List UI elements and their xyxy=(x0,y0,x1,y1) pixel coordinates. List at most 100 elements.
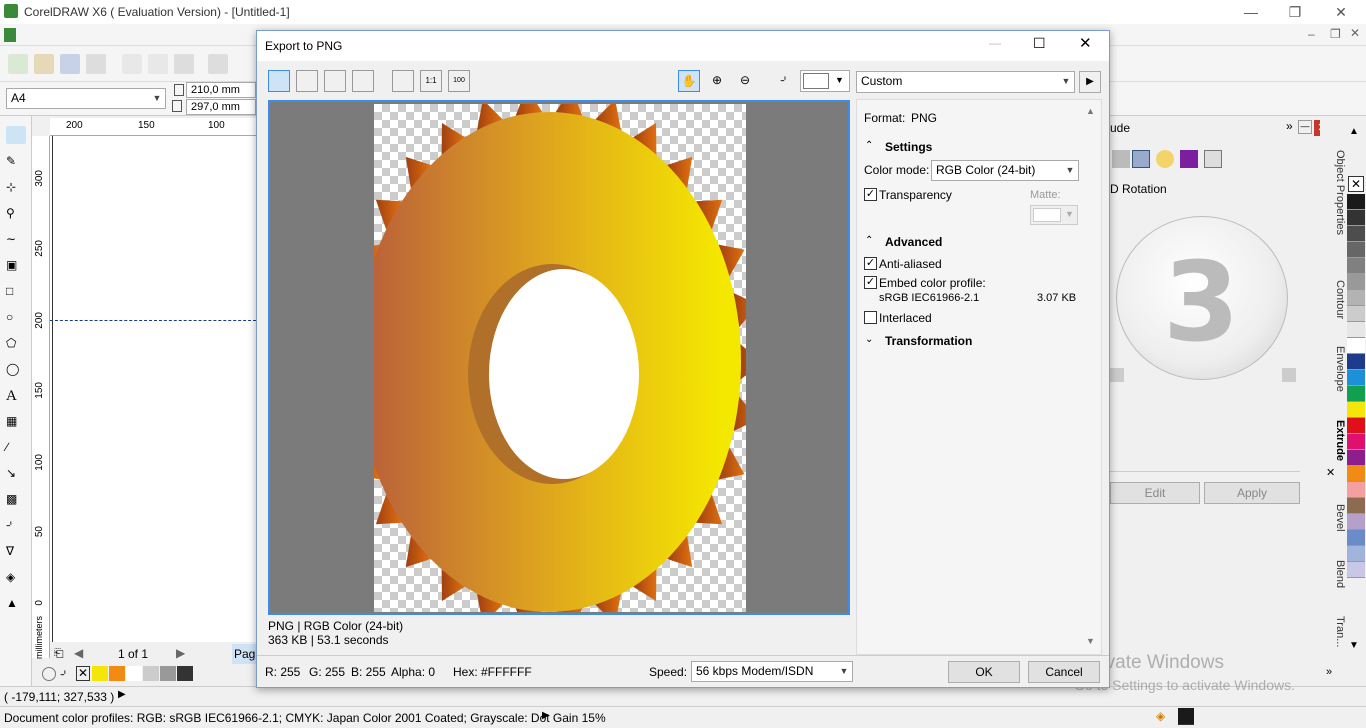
dialog-maximize-icon[interactable]: ☐ xyxy=(1033,35,1046,52)
zoom-out-icon[interactable]: ⊖ xyxy=(734,70,756,92)
tab-close-icon[interactable]: ✕ xyxy=(1326,466,1335,479)
color-swatch[interactable] xyxy=(1347,418,1365,434)
doc-minimize-icon[interactable]: – xyxy=(1308,27,1315,41)
transformation-heading[interactable]: Transformation xyxy=(885,334,972,348)
polygon-tool-icon[interactable]: ⬠ xyxy=(6,336,26,354)
tab-transformations[interactable]: Tran... xyxy=(1324,616,1346,656)
expand-transformation-icon[interactable]: ⌄ xyxy=(865,334,873,345)
rotation-sphere[interactable]: 3 xyxy=(1116,216,1288,380)
tab-extrude[interactable]: Extrude xyxy=(1324,420,1346,470)
pick-tool-icon[interactable] xyxy=(6,126,26,144)
color-swatch[interactable] xyxy=(1347,434,1365,450)
color-swatch[interactable] xyxy=(1347,482,1365,498)
page-size-select[interactable]: A4 ▼ xyxy=(6,88,166,109)
no-color-swatch[interactable]: ✕ xyxy=(1348,176,1364,192)
no-color-swatch[interactable]: ✕ xyxy=(76,666,90,681)
palette-scroll-up-icon[interactable]: ▲ xyxy=(1349,126,1359,137)
color-swatch[interactable] xyxy=(1347,386,1365,402)
color-swatch[interactable] xyxy=(1347,562,1365,578)
speed-select[interactable]: 56 kbps Modem/ISDN ▼ xyxy=(691,661,853,682)
color-swatch[interactable] xyxy=(1347,450,1365,466)
color-swatch[interactable] xyxy=(1347,546,1365,562)
color-swatch[interactable] xyxy=(126,666,142,681)
save-icon[interactable] xyxy=(60,54,80,74)
restore-icon[interactable]: ❐ xyxy=(1272,2,1318,22)
panel-scroll-up-icon[interactable]: ▲ xyxy=(1086,106,1095,116)
tab-object-properties[interactable]: Object Properties xyxy=(1324,150,1346,270)
rotation-reset-icon[interactable] xyxy=(1110,368,1124,382)
close-icon[interactable]: ✕ xyxy=(1318,2,1364,22)
color-swatch[interactable] xyxy=(1347,290,1365,306)
color-swatch[interactable] xyxy=(177,666,193,681)
copy-icon[interactable] xyxy=(148,54,168,74)
advanced-heading[interactable]: Advanced xyxy=(885,235,942,249)
smart-fill-icon[interactable]: ▣ xyxy=(6,258,26,276)
color-swatch[interactable] xyxy=(1347,530,1365,546)
apply-button[interactable]: Apply xyxy=(1204,482,1300,504)
tab-bevel[interactable]: Bevel xyxy=(1324,504,1346,544)
freehand-tool-icon[interactable]: ∼ xyxy=(6,232,26,250)
text-tool-icon[interactable]: A xyxy=(6,388,26,406)
basic-shapes-icon[interactable]: ◯ xyxy=(6,362,26,380)
page-nav-first-icon[interactable]: ⎗ xyxy=(54,646,64,661)
matte-select[interactable]: ▼ xyxy=(1030,205,1078,225)
preset-select[interactable]: Custom ▼ xyxy=(856,71,1075,93)
color-swatch[interactable] xyxy=(1347,210,1365,226)
color-mode-select[interactable]: RGB Color (24-bit) ▼ xyxy=(931,160,1079,181)
color-swatch[interactable] xyxy=(1347,370,1365,386)
collapse-advanced-icon[interactable]: ⌃ xyxy=(865,235,873,246)
palette-play-icon[interactable] xyxy=(42,667,56,681)
cut-icon[interactable] xyxy=(122,54,142,74)
split-horizontal-icon[interactable] xyxy=(324,70,346,92)
page-nav-prev-icon[interactable]: ◀ xyxy=(74,646,83,660)
export-preview[interactable] xyxy=(268,100,850,615)
extrude-lighting-icon[interactable] xyxy=(1156,150,1174,168)
color-swatch[interactable] xyxy=(1347,306,1365,322)
color-swatch[interactable] xyxy=(1347,226,1365,242)
table-tool-icon[interactable]: ▦ xyxy=(6,414,26,432)
color-swatch[interactable] xyxy=(1347,194,1365,210)
cancel-button[interactable]: Cancel xyxy=(1028,661,1100,683)
ok-button[interactable]: OK xyxy=(948,661,1020,683)
extrude-camera-icon[interactable] xyxy=(1112,150,1130,168)
preset-menu-arrow-icon[interactable]: ▶ xyxy=(1079,71,1101,93)
docker-scroll-icon[interactable]: » xyxy=(1326,666,1332,678)
undo-icon[interactable] xyxy=(208,54,228,74)
page-tab[interactable]: Pag xyxy=(232,644,258,664)
interactive-fill-icon[interactable]: ▲ xyxy=(6,596,26,614)
tab-envelope[interactable]: Envelope xyxy=(1324,346,1346,406)
zoom-tool-icon[interactable]: ⚲ xyxy=(6,206,26,224)
paste-icon[interactable] xyxy=(174,54,194,74)
color-swatch[interactable] xyxy=(1347,498,1365,514)
dialog-minimize-icon[interactable]: — xyxy=(989,36,1001,50)
shape-tool-icon[interactable]: ✎ xyxy=(6,154,26,172)
zoom-in-icon[interactable]: ⊕ xyxy=(706,70,728,92)
color-swatch[interactable] xyxy=(1347,242,1365,258)
color-swatch[interactable] xyxy=(1347,466,1365,482)
crop-tool-icon[interactable]: ⊹ xyxy=(6,180,26,198)
eyedropper-tool-icon[interactable]: ⌏ xyxy=(6,518,26,536)
page-width-input[interactable]: 210,0 mm xyxy=(186,82,256,98)
blend-tool-icon[interactable]: ▩ xyxy=(6,492,26,510)
rectangle-tool-icon[interactable]: □ xyxy=(6,284,26,302)
new-document-icon[interactable] xyxy=(8,54,28,74)
single-view-icon[interactable] xyxy=(268,70,290,92)
eyedropper-icon[interactable]: ⌏ xyxy=(774,70,796,92)
color-swatch[interactable] xyxy=(1347,274,1365,290)
zoom-100-icon[interactable]: 1:1 xyxy=(420,70,442,92)
transparency-checkbox[interactable]: ✓ xyxy=(864,188,877,201)
dialog-close-icon[interactable]: ✕ xyxy=(1079,34,1092,52)
docker-minimize-icon[interactable]: — xyxy=(1298,120,1312,134)
interlaced-checkbox[interactable] xyxy=(864,311,877,324)
page-height-input[interactable]: 297,0 mm xyxy=(186,99,256,115)
coords-menu-icon[interactable]: ▶ xyxy=(118,689,126,700)
color-swatch[interactable] xyxy=(1347,258,1365,274)
ellipse-tool-icon[interactable]: ○ xyxy=(6,310,26,328)
edit-button[interactable]: Edit xyxy=(1110,482,1200,504)
embed-profile-checkbox[interactable]: ✓ xyxy=(864,276,877,289)
pan-hand-icon[interactable]: ✋ xyxy=(678,70,700,92)
color-swatch[interactable] xyxy=(1347,402,1365,418)
color-swatch[interactable] xyxy=(1347,514,1365,530)
color-swatch[interactable] xyxy=(1347,322,1365,338)
anti-aliased-checkbox[interactable]: ✓ xyxy=(864,257,877,270)
